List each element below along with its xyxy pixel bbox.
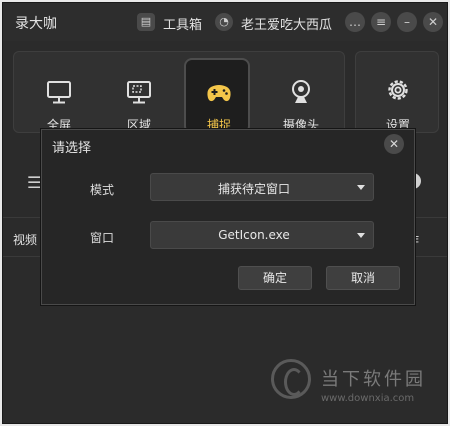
dialog-close-button[interactable]: ✕	[384, 134, 404, 154]
mode-select[interactable]: 捕获待定窗口	[150, 173, 374, 201]
close-button[interactable]: ✕	[423, 12, 443, 32]
app-title: 录大咖	[15, 16, 57, 32]
video-column-header: 视频	[13, 233, 38, 247]
minimize-button[interactable]: –	[397, 12, 417, 32]
list-icon[interactable]: ☰	[27, 173, 41, 192]
window-select[interactable]: GetIcon.exe	[150, 221, 374, 249]
chevron-down-icon	[357, 185, 365, 190]
title-bar: 录大咖 ▤ 工具箱 ◔ 老王爱吃大西瓜 … ≡ – ✕	[3, 3, 447, 41]
wechat-icon: ◔	[215, 13, 233, 31]
close-icon: ✕	[427, 15, 439, 29]
mode-fullscreen[interactable]: 全屏	[26, 52, 92, 132]
watermark-name: 当下软件园	[321, 369, 426, 390]
gear-icon	[388, 80, 408, 100]
select-dialog: 请选择 ✕ 模式 捕获待定窗口 窗口 GetIcon.exe 确定 取消	[41, 129, 415, 305]
mode-region[interactable]: 区域	[106, 52, 172, 132]
close-icon: ✕	[388, 137, 400, 151]
toolbox-icon[interactable]: ▤	[137, 13, 155, 31]
ok-button[interactable]: 确定	[238, 266, 312, 290]
chevron-down-icon	[357, 233, 365, 238]
settings-button[interactable]: 设置	[355, 51, 439, 133]
feedback-button[interactable]: …	[345, 12, 365, 32]
gamepad-icon	[207, 85, 231, 102]
user-name[interactable]: 老王爱吃大西瓜	[241, 14, 332, 33]
watermark-url: www.downxia.com	[321, 393, 415, 404]
capture-mode-bar: 全屏 区域 捕捉 摄像头	[13, 51, 345, 134]
mode-field-label: 模式	[90, 183, 115, 197]
toolbox-button[interactable]: 工具箱	[163, 14, 202, 33]
watermark-logo-icon	[271, 359, 311, 399]
webcam-icon	[292, 80, 310, 103]
region-icon	[127, 81, 151, 104]
window-field-label: 窗口	[90, 231, 115, 245]
menu-icon: ≡	[375, 15, 387, 29]
mode-webcam[interactable]: 摄像头	[268, 52, 334, 132]
mode-capture[interactable]: 捕捉	[184, 58, 250, 134]
dialog-title: 请选择	[52, 141, 92, 156]
app-window: 录大咖 ▤ 工具箱 ◔ 老王爱吃大西瓜 … ≡ – ✕ 全屏 区域 捕捉 摄像头…	[2, 2, 448, 424]
monitor-icon	[47, 81, 71, 104]
chat-icon: …	[349, 15, 361, 29]
window-select-value: GetIcon.exe	[218, 228, 290, 242]
cancel-button[interactable]: 取消	[326, 266, 400, 290]
mode-select-value: 捕获待定窗口	[217, 182, 290, 196]
minimize-icon: –	[404, 15, 410, 29]
menu-button[interactable]: ≡	[371, 12, 391, 32]
